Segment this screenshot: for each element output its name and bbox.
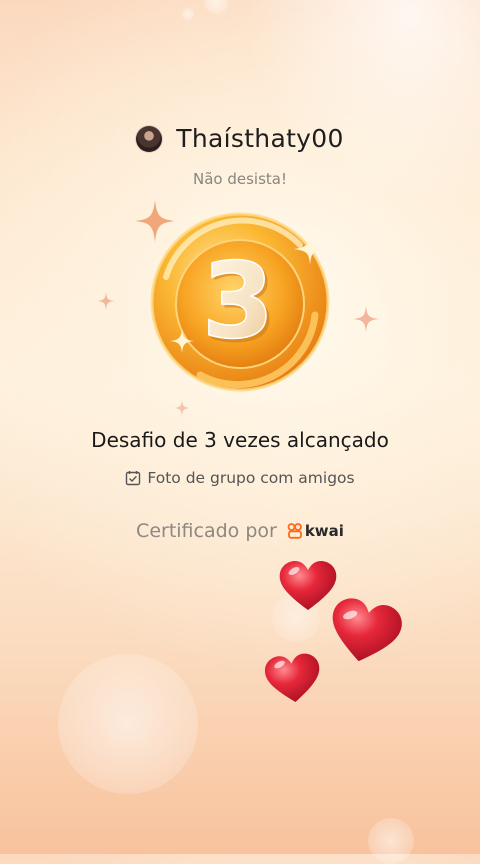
kwai-brand: kwai — [304, 522, 344, 540]
certified-by-label: Certificado por — [136, 520, 277, 542]
calendar-check-icon — [126, 471, 141, 486]
medal-number: 3 — [202, 240, 274, 362]
heart-icon — [264, 653, 320, 702]
motivation-text: Não desista! — [193, 170, 287, 188]
username[interactable]: Thaísthaty00 — [176, 124, 343, 153]
heart-icon — [332, 598, 402, 662]
bokeh-light — [368, 818, 414, 864]
kwai-logo: kwai — [287, 522, 344, 540]
kwai-logo-icon — [287, 523, 302, 539]
medal-icon: 3 3 — [150, 212, 330, 392]
challenge-medal: 3 3 — [140, 205, 340, 405]
task-label: Foto de grupo com amigos — [147, 469, 355, 487]
sparkle-icon — [353, 306, 379, 332]
achievement-title: Desafio de 3 vezes alcançado — [91, 428, 389, 452]
certification: Certificado por kwai — [0, 520, 480, 542]
task-info: Foto de grupo com amigos — [0, 469, 480, 487]
user-header: Thaísthaty00 — [0, 124, 480, 153]
avatar[interactable] — [136, 125, 163, 152]
bokeh-light — [182, 8, 194, 20]
bokeh-light — [58, 654, 198, 794]
sparkle-icon — [97, 292, 115, 310]
